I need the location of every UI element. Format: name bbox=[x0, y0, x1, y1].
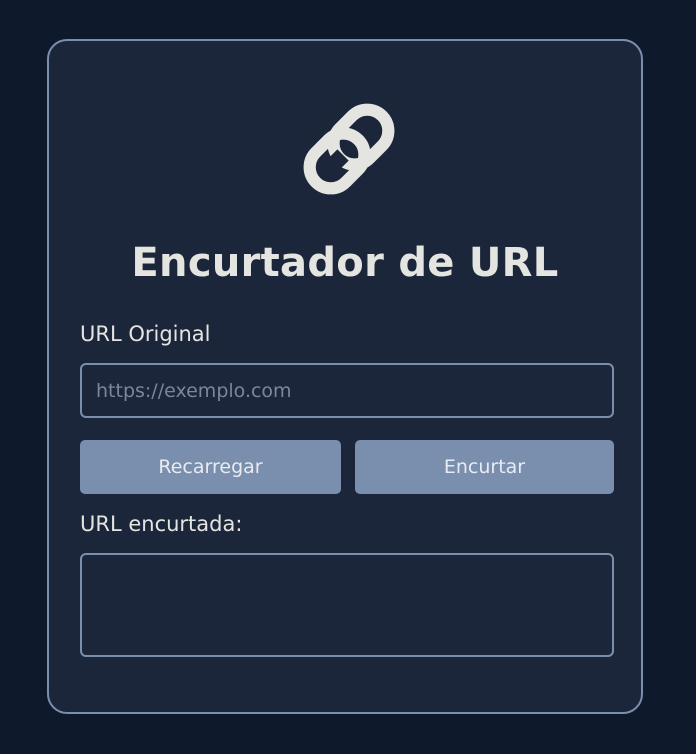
link-icon bbox=[303, 103, 395, 195]
original-url-input[interactable] bbox=[80, 363, 614, 418]
shortener-card: Encurtador de URL URL Original Recarrega… bbox=[47, 39, 643, 714]
shorten-button[interactable]: Encurtar bbox=[355, 440, 614, 494]
original-url-label: URL Original bbox=[80, 322, 211, 346]
page-title: Encurtador de URL bbox=[131, 240, 559, 286]
reload-button[interactable]: Recarregar bbox=[80, 440, 341, 494]
short-url-label: URL encurtada: bbox=[80, 512, 243, 536]
short-url-output[interactable] bbox=[80, 553, 614, 657]
